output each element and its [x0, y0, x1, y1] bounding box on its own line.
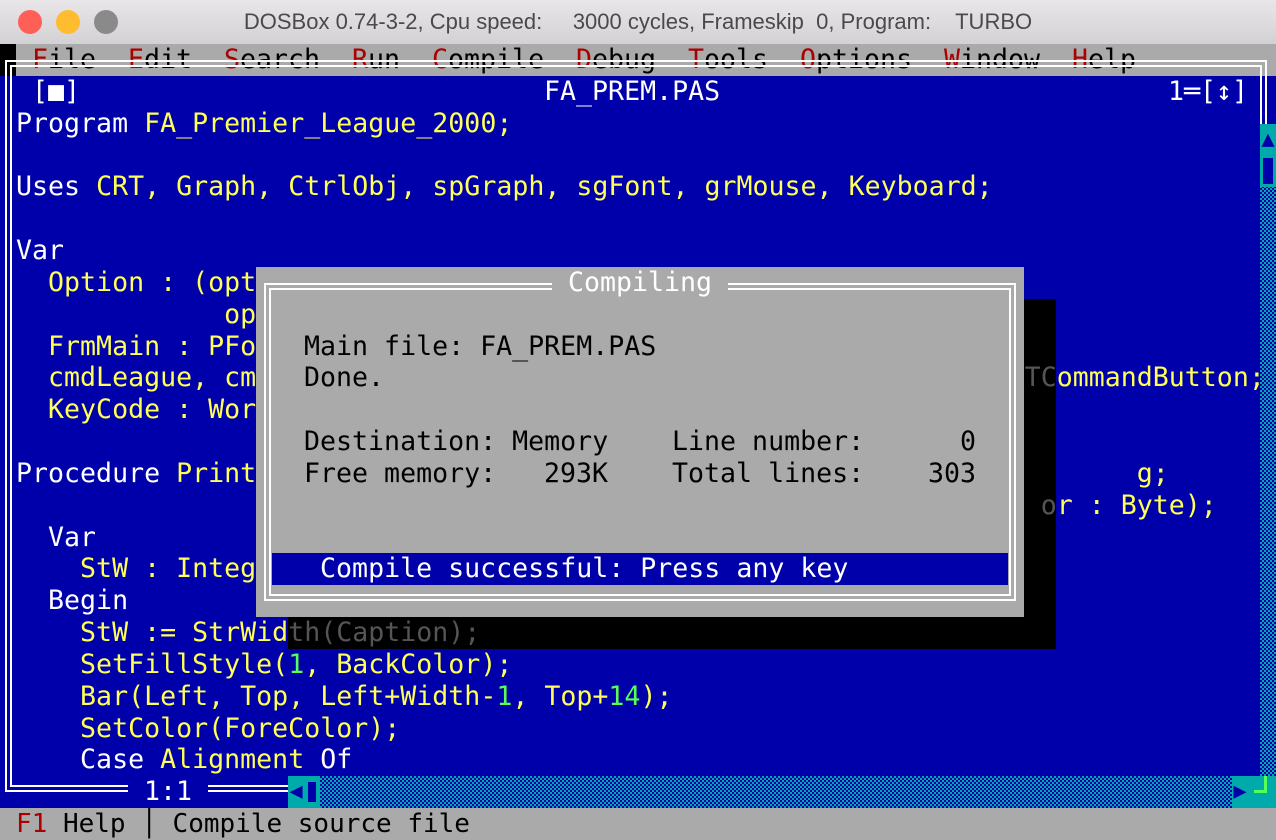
- code-line: Uses CRT, Graph, CtrlObj, spGraph, sgFon…: [16, 171, 993, 203]
- code-token: StW : Integ: [16, 553, 257, 585]
- line-number-label: Line number:: [672, 426, 865, 458]
- code-token: FrmMain : PFo: [16, 330, 257, 362]
- f1-key[interactable]: F1: [16, 809, 47, 839]
- dos-screen: File Edit Search Run Compile Debug Tools Option…: [0, 44, 1276, 808]
- code-line: Program FA_Premier_League_2000;: [16, 108, 512, 140]
- code-token: StW := StrWidth(Caption);: [288, 617, 481, 649]
- code-line: Var: [16, 235, 64, 267]
- code-token: 1: [496, 680, 513, 712]
- scroll-left-arrow-icon[interactable]: ◀: [288, 776, 304, 808]
- horizontal-scroll-thumb[interactable]: [304, 776, 320, 808]
- window-number-zoom[interactable]: 1═[↕]: [1168, 75, 1249, 108]
- code-line: Begin: [16, 585, 128, 617]
- code-line: Case Alignment Of: [16, 744, 352, 776]
- code-token: );: [640, 680, 673, 712]
- window-titlebar: DOSBox 0.74-3-2, Cpu speed: 3000 cycles,…: [0, 0, 1276, 45]
- code-token: CRT, Graph, CtrlObj, spGraph, sgFont, gr…: [96, 171, 993, 203]
- code-token: Var: [16, 521, 97, 553]
- scroll-up-arrow-icon[interactable]: ▲: [1260, 123, 1276, 156]
- status-bar: F1 Help │ Compile source file: [0, 808, 1276, 840]
- cursor-position: 1:1: [128, 776, 209, 808]
- main-file-value: FA_PREM.PAS: [480, 330, 657, 362]
- help-hint[interactable]: Help: [47, 809, 141, 839]
- close-box[interactable]: [■]: [32, 75, 81, 108]
- code-token: Begin: [16, 585, 129, 617]
- code-token: , BackColor);: [304, 648, 513, 680]
- code-token: , Top+: [512, 680, 609, 712]
- code-token: FA_Premier_League_2000;: [144, 107, 513, 139]
- free-memory-label: Free memory:: [304, 457, 497, 489]
- destination-value: Memory: [512, 426, 609, 458]
- editor-filename: FA_PREM.PAS: [528, 75, 737, 108]
- window-title: DOSBox 0.74-3-2, Cpu speed: 3000 cycles,…: [243, 9, 1033, 34]
- code-token: 14: [608, 680, 641, 712]
- code-line: Bar(Left, Top, Left+Width-1, Top+14);: [16, 681, 672, 713]
- code-line: Option : (opt: [16, 267, 256, 299]
- line-number-value: 0: [960, 426, 977, 458]
- code-token: Bar(Left, Top, Left+Width-: [16, 680, 497, 712]
- code-token: Procedure: [16, 457, 177, 489]
- code-line: FrmMain : PFo: [16, 331, 256, 363]
- code-line: StW : Integ: [16, 553, 256, 585]
- code-token: Uses: [16, 171, 97, 203]
- free-memory-value: 293K: [544, 457, 609, 489]
- code-line: Var: [16, 522, 96, 554]
- code-token: 1: [288, 648, 305, 680]
- vertical-scroll-thumb[interactable]: [1260, 155, 1276, 188]
- scroll-right-arrow-icon[interactable]: ▶: [1232, 776, 1248, 808]
- code-token: Alignment: [160, 744, 305, 776]
- code-token: Var: [16, 235, 65, 267]
- status-separator: │: [141, 809, 157, 839]
- code-line: opt: [16, 299, 272, 331]
- total-lines-label: Total lines:: [672, 457, 865, 489]
- main-file-label: Main file:: [304, 330, 481, 362]
- code-line: SetColor(ForeColor);: [16, 713, 400, 745]
- vertical-scrollbar[interactable]: ▲: [1260, 123, 1276, 793]
- close-box-label: [■]: [32, 75, 81, 107]
- status-hint: Compile source file: [156, 809, 470, 839]
- destination-label: Destination:: [304, 426, 513, 458]
- horizontal-scrollbar[interactable]: ◀ ▶: [288, 776, 1248, 808]
- dialog-title: Compiling: [551, 266, 729, 298]
- total-lines-value: 303: [928, 457, 977, 489]
- done-text: Done.: [304, 362, 385, 394]
- code-token: KeyCode : Wor: [16, 394, 257, 426]
- code-token: Of: [304, 744, 353, 776]
- code-line-shadow: StW := StrWidth(Caption);: [288, 617, 480, 649]
- code-token: opt: [16, 298, 273, 330]
- code-token: SetFillStyle(: [16, 648, 289, 680]
- compile-status-message: Compile successful: Press any key: [272, 553, 1008, 586]
- code-token: Option : (opt: [16, 266, 257, 298]
- code-line: SetFillStyle(1, BackColor);: [16, 649, 512, 681]
- resize-corner-icon[interactable]: [1248, 776, 1276, 808]
- code-line: KeyCode : Wor: [16, 394, 256, 426]
- compiling-dialog: Compiling Main file: FA_PREM.PAS Done. D…: [256, 266, 1024, 618]
- code-token: SetColor(ForeColor);: [16, 712, 401, 744]
- code-token: Program: [16, 107, 145, 139]
- code-token: Case: [16, 744, 161, 776]
